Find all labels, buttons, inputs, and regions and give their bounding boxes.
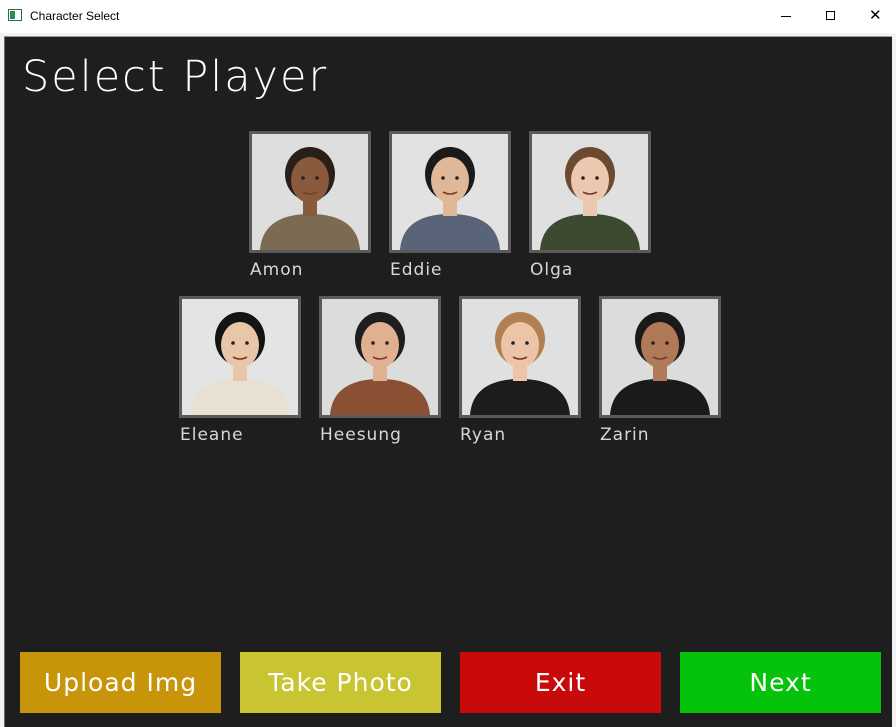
photo-eleane[interactable] xyxy=(179,296,301,418)
close-button[interactable]: ✕ xyxy=(852,0,896,33)
photo-heesung[interactable] xyxy=(319,296,441,418)
portrait-image xyxy=(252,134,368,250)
photo-olga[interactable] xyxy=(529,131,651,253)
player-name: Zarin xyxy=(600,425,650,445)
window-title-bar: Character Select ✕ xyxy=(0,0,896,33)
photo-zarin[interactable] xyxy=(599,296,721,418)
player-name: Eddie xyxy=(390,260,443,280)
maximize-button[interactable] xyxy=(808,0,854,33)
player-name: Amon xyxy=(250,260,304,280)
portrait-image xyxy=(602,299,718,415)
player-name: Heesung xyxy=(320,425,402,445)
portrait-image xyxy=(462,299,578,415)
photo-eddie[interactable] xyxy=(389,131,511,253)
portrait-image xyxy=(182,299,298,415)
upload-img-button[interactable]: Upload Img xyxy=(20,652,221,713)
portrait-image xyxy=(322,299,438,415)
player-name: Ryan xyxy=(460,425,507,445)
portrait-image xyxy=(532,134,648,250)
exit-button[interactable]: Exit xyxy=(460,652,661,713)
photo-ryan[interactable] xyxy=(459,296,581,418)
photo-amon[interactable] xyxy=(249,131,371,253)
maximize-icon xyxy=(826,11,835,20)
take-photo-button[interactable]: Take Photo xyxy=(240,652,441,713)
player-name: Eleane xyxy=(180,425,244,445)
app-window-icon xyxy=(8,9,22,21)
minimize-icon xyxy=(781,16,791,17)
page-title: Select Player xyxy=(22,52,329,102)
close-icon: ✕ xyxy=(869,6,882,24)
window-title: Character Select xyxy=(30,9,120,23)
player-name: Olga xyxy=(530,260,574,280)
next-button[interactable]: Next xyxy=(680,652,881,713)
portrait-image xyxy=(392,134,508,250)
minimize-button[interactable] xyxy=(763,0,809,33)
